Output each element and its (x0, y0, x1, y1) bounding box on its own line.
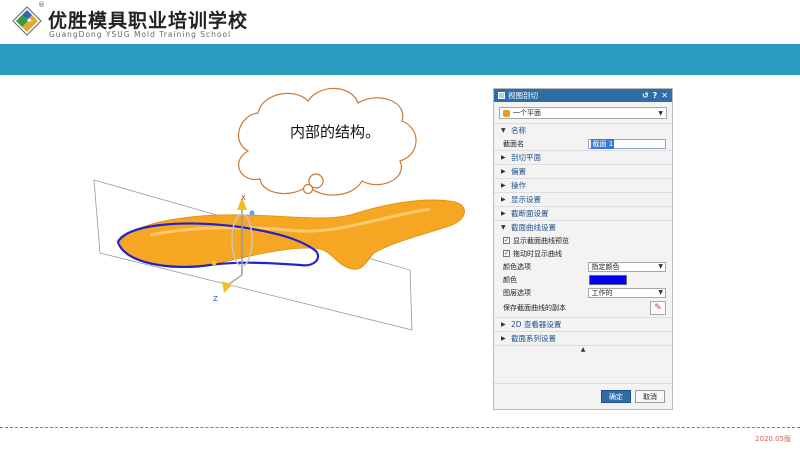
school-logo-icon (12, 6, 42, 36)
origin-handle[interactable] (211, 260, 217, 266)
collapsed-arrow-icon: ▶ (501, 154, 506, 161)
section-series[interactable]: ▶ 截面系列设置 (494, 331, 672, 345)
layer-option-row: 图层选项 工作的 ▼ (494, 286, 672, 299)
color-label: 颜色 (503, 275, 517, 284)
name-label: 截面名 (503, 139, 524, 148)
dialog-title: 视图剖切 (508, 91, 538, 100)
axis-label-x: X (241, 194, 246, 202)
section-display-label: 显示设置 (511, 195, 541, 204)
section-offset[interactable]: ▶ 偏置 (494, 164, 672, 178)
section-offset-label: 偏置 (511, 167, 526, 176)
dialog-buttons: 确定 取消 (494, 383, 672, 409)
dialog-icon (498, 92, 505, 99)
model-viewport[interactable]: X Z (90, 75, 490, 375)
section-name-input[interactable]: 截面 1 (588, 138, 666, 149)
header-band (0, 44, 800, 75)
name-row: 截面名 截面 1 (494, 137, 672, 150)
callout-text: 内部的结构。 (290, 123, 381, 141)
section-cut-plane-label: 剖切平面 (511, 153, 541, 162)
view-section-dialog: 视图剖切 ↺ ? ✕ 一个平面 ▼ ▼ 名称 截面名 截面 1 ▶ 剖切平面 ▶… (493, 88, 673, 410)
collapsed-arrow-icon: ▶ (501, 210, 506, 217)
reset-icon[interactable]: ↺ (642, 91, 649, 100)
close-icon[interactable]: ✕ (661, 91, 668, 100)
molded-part (119, 199, 465, 270)
save-copy-row: 保存截面曲线的副本 ✎ (494, 299, 672, 317)
color-option-value: 指定颜色 (591, 262, 620, 271)
dialog-title-bar[interactable]: 视图剖切 ↺ ? ✕ (494, 89, 672, 102)
section-cut-plane[interactable]: ▶ 剖切平面 (494, 150, 672, 164)
school-name: 优胜模具职业培训学校 (48, 10, 249, 32)
registered-mark: ® (38, 1, 45, 9)
section-name-label: 名称 (511, 126, 526, 135)
section-display[interactable]: ▶ 显示设置 (494, 192, 672, 206)
color-option-select[interactable]: 指定颜色 ▼ (588, 261, 666, 272)
expand-arrow-icon: ▼ (501, 127, 506, 134)
cancel-button[interactable]: 取消 (635, 390, 665, 403)
section-cross-section[interactable]: ▶ 截断面设置 (494, 206, 672, 220)
layer-option-select[interactable]: 工作的 ▼ (588, 287, 666, 298)
axis-label-z: Z (213, 295, 218, 303)
color-row: 颜色 (494, 273, 672, 286)
drag-checkbox-row[interactable]: ✓ 拖动时显示曲线 (494, 247, 672, 260)
section-cross-section-label: 截断面设置 (511, 209, 549, 218)
ok-button[interactable]: 确定 (601, 390, 631, 403)
section-name-value: 截面 1 (591, 138, 615, 149)
section-2d-viewer[interactable]: ▶ 2D 查看器设置 (494, 317, 672, 331)
plane-type-value: 一个平面 (513, 109, 541, 117)
chevron-down-icon: ▼ (658, 289, 663, 296)
chevron-down-icon: ▼ (658, 109, 663, 117)
plane-type-select[interactable]: 一个平面 ▼ (499, 107, 667, 119)
chevron-down-icon: ▼ (658, 263, 663, 270)
collapsed-arrow-icon: ▶ (501, 168, 506, 175)
color-swatch[interactable] (589, 274, 627, 285)
preview-checkbox-row[interactable]: ✓ 显示截面曲线预览 (494, 234, 672, 247)
section-series-label: 截面系列设置 (511, 334, 556, 343)
footer-divider (0, 427, 800, 428)
drag-checkbox[interactable]: ✓ (503, 250, 510, 257)
save-copy-label: 保存截面曲线的副本 (503, 304, 566, 312)
section-name[interactable]: ▼ 名称 (494, 123, 672, 137)
plane-icon (503, 109, 510, 117)
thought-bubble-dot (302, 183, 314, 195)
section-curve-settings-label: 截面曲线设置 (511, 223, 556, 232)
layer-option-value: 工作的 (591, 288, 613, 297)
section-2d-viewer-label: 2D 查看器设置 (511, 320, 562, 329)
preview-checkbox-label: 显示截面曲线预览 (513, 236, 569, 245)
collapsed-arrow-icon: ▶ (501, 196, 506, 203)
collapsed-arrow-icon: ▶ (501, 182, 506, 189)
school-name-english: GuangDong YSUG Mold Training School (49, 30, 232, 39)
layer-option-label: 图层选项 (503, 288, 531, 297)
section-curve-settings[interactable]: ▼ 截面曲线设置 (494, 220, 672, 234)
x-axis-handle[interactable] (249, 210, 255, 216)
drag-checkbox-label: 拖动时显示曲线 (513, 249, 562, 258)
section-operation[interactable]: ▶ 操作 (494, 178, 672, 192)
collapsed-arrow-icon: ▶ (501, 321, 506, 328)
help-icon[interactable]: ? (653, 91, 658, 100)
collapsed-arrow-icon: ▶ (501, 335, 506, 342)
color-option-label: 颜色选项 (503, 262, 531, 271)
color-option-row: 颜色选项 指定颜色 ▼ (494, 260, 672, 273)
expand-arrow-icon: ▼ (501, 224, 506, 231)
section-operation-label: 操作 (511, 181, 526, 190)
version-label: 2020.05版 (755, 435, 791, 443)
preview-checkbox[interactable]: ✓ (503, 237, 510, 244)
copy-curve-icon[interactable]: ✎ (650, 301, 666, 315)
collapse-up-icon[interactable]: ▲ (494, 345, 672, 356)
